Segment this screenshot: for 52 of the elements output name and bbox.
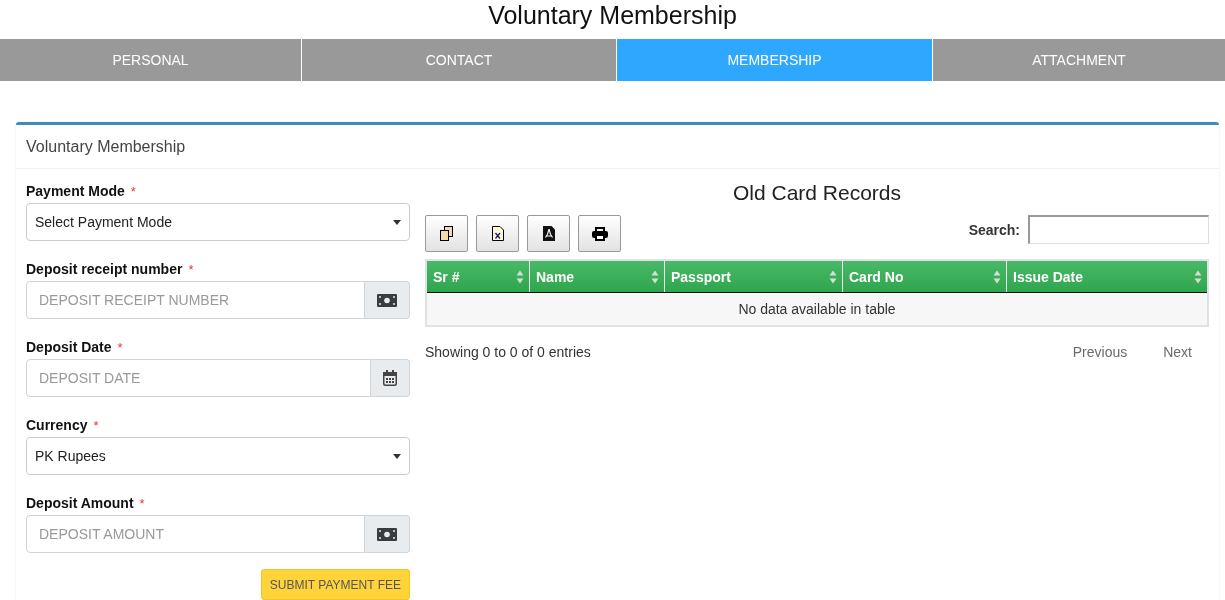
search-field[interactable] [1028, 215, 1209, 244]
field-label: Deposit receipt number [26, 261, 183, 277]
required-mark: * [139, 495, 145, 511]
table-info-text: Showing 0 to 0 of 0 entries [425, 344, 591, 360]
sort-icon [1194, 269, 1202, 284]
card-title: Voluntary Membership [26, 137, 186, 156]
column-header[interactable]: Issue Date [1007, 261, 1207, 292]
field-label: Currency [26, 417, 88, 433]
column-header[interactable]: Sr # [427, 261, 529, 292]
pagination-link[interactable]: Previous [1072, 344, 1128, 360]
dropdown-field[interactable]: Select Payment Mode [26, 203, 410, 241]
field-label: Deposit Amount [26, 495, 134, 511]
dropdown-field[interactable]: PK Rupees [26, 437, 410, 475]
column-header[interactable]: Name [530, 261, 664, 292]
required-mark: * [130, 183, 136, 199]
banknote-icon [377, 293, 397, 307]
required-mark: * [188, 261, 194, 277]
nav-tab[interactable]: PERSONAL [0, 39, 301, 81]
page-title: Voluntary Membership [488, 0, 737, 30]
caret-icon [393, 219, 401, 225]
submit-button[interactable]: SUBMIT PAYMENT FEE [260, 569, 410, 600]
input-field[interactable]: DEPOSIT AMOUNT [26, 515, 365, 553]
sort-icon [516, 269, 524, 284]
empty-table-row: No data available in table [427, 293, 1207, 325]
copy-button[interactable] [425, 215, 468, 252]
field-label: Deposit Date [26, 339, 112, 355]
pdf-file-icon [542, 226, 555, 241]
sort-icon [651, 269, 659, 284]
sort-icon [829, 269, 837, 284]
spreadsheet-file-icon [491, 226, 504, 241]
column-header[interactable]: Card No [843, 261, 1006, 292]
required-mark: * [93, 417, 99, 433]
nav-tab[interactable]: ATTACHMENT [933, 39, 1225, 81]
section-title: Old Card Records [732, 181, 902, 205]
sort-icon [993, 269, 1001, 284]
print-icon [591, 226, 608, 241]
required-mark: * [117, 339, 123, 355]
calendar-icon [383, 370, 397, 386]
date-field[interactable]: DEPOSIT DATE [26, 359, 371, 397]
pagination-link[interactable]: Next [1163, 344, 1192, 360]
banknote-icon [377, 527, 397, 541]
print-button[interactable] [578, 215, 621, 252]
column-header[interactable]: Passport [665, 261, 842, 292]
caret-icon [393, 453, 401, 459]
search-label: Search: [968, 221, 1020, 238]
nav-tab[interactable]: MEMBERSHIP [617, 39, 932, 81]
input-field[interactable]: DEPOSIT RECEIPT NUMBER [26, 281, 365, 319]
copy-icon [440, 226, 453, 241]
excel-export-button[interactable] [476, 215, 519, 252]
pdf-export-button[interactable] [527, 215, 570, 252]
field-label: Payment Mode [26, 183, 125, 199]
nav-tab[interactable]: CONTACT [302, 39, 616, 81]
